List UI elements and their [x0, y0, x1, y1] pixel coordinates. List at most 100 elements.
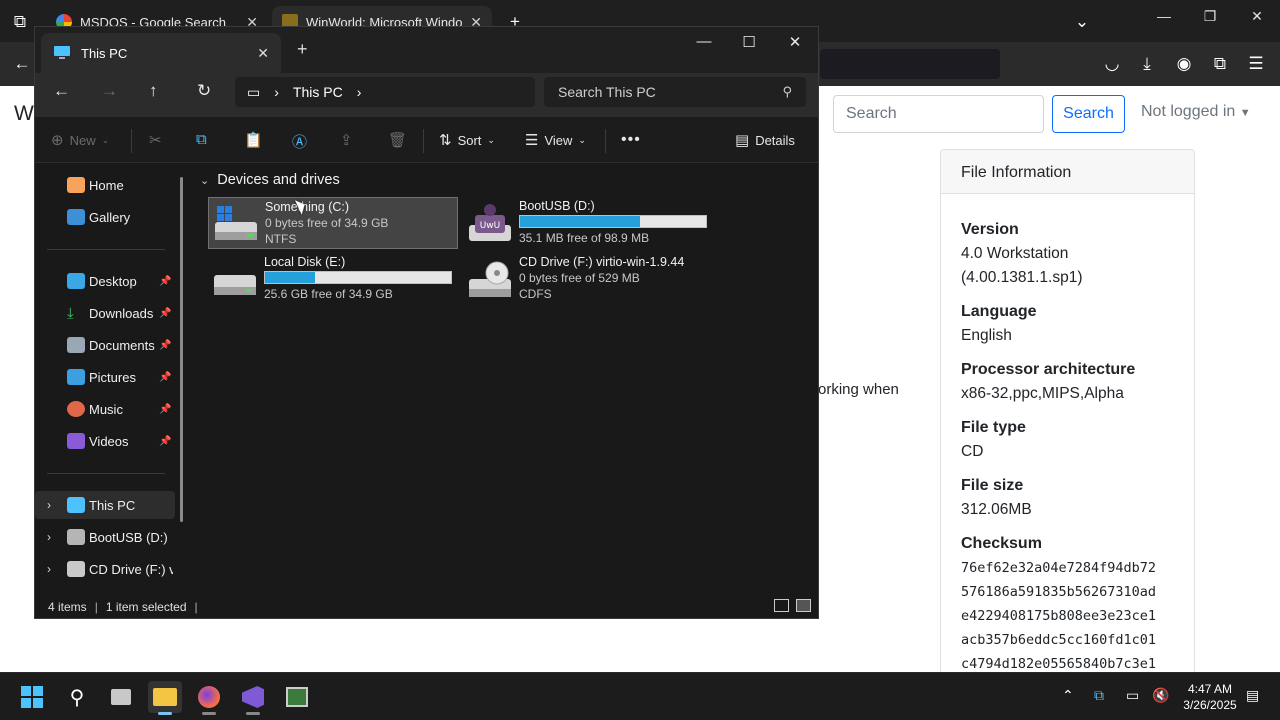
- sidebar-item-gallery[interactable]: Gallery: [35, 203, 175, 231]
- drive-free-space: 0 bytes free of 34.9 GB: [265, 216, 389, 230]
- sidebar-item-downloads[interactable]: ⤓ Downloads 📌: [35, 299, 175, 327]
- site-search-button[interactable]: Search: [1052, 95, 1125, 133]
- delete-button[interactable]: 🗑: [388, 131, 407, 149]
- details-button[interactable]: ▤ Details: [735, 131, 795, 149]
- pin-icon[interactable]: 📌: [159, 404, 171, 415]
- account-icon[interactable]: ◉: [1172, 52, 1196, 76]
- menu-icon[interactable]: ☰: [1244, 52, 1268, 76]
- bluetooth-device-icon[interactable]: ⧉: [1094, 687, 1104, 704]
- tab-overflow-chevron-icon[interactable]: ⌄: [1070, 10, 1094, 34]
- sidebar-item-bootusb[interactable]: › BootUSB (D:): [35, 523, 175, 551]
- browser-minimize-icon[interactable]: —: [1144, 8, 1184, 24]
- sort-button[interactable]: ⇅ Sort ⌄: [439, 131, 495, 149]
- login-dropdown[interactable]: Not logged in ▼: [1141, 103, 1251, 121]
- close-tab-icon[interactable]: ✕: [257, 45, 269, 62]
- sidebar-item-cd-drive[interactable]: › CD Drive (F:) virt: [35, 555, 175, 583]
- drive-f[interactable]: CD Drive (F:) virtio-win-1.9.44 0 bytes …: [463, 253, 713, 305]
- drive-filesystem: CDFS: [519, 287, 552, 301]
- pin-icon[interactable]: 📌: [159, 276, 171, 287]
- chevron-down-icon: ⌄: [101, 134, 110, 145]
- view-button[interactable]: ☰ View ⌄: [525, 131, 586, 149]
- downloads-icon[interactable]: ⤓: [1135, 52, 1159, 76]
- chevron-right-icon[interactable]: ›: [47, 498, 51, 512]
- notifications-icon[interactable]: ▤: [1246, 687, 1259, 704]
- breadcrumb-chevron-icon[interactable]: ›: [357, 84, 362, 100]
- more-options-button[interactable]: •••: [621, 131, 641, 149]
- search-button[interactable]: ⚲: [60, 681, 94, 713]
- up-icon[interactable]: ↑: [149, 81, 158, 101]
- details-view-icon[interactable]: [774, 599, 789, 612]
- copy-button[interactable]: ⧉: [196, 131, 207, 148]
- task-view-icon: [111, 689, 131, 705]
- info-value: CD: [961, 443, 984, 460]
- sidebar-item-label: This PC: [89, 497, 136, 513]
- minimize-icon[interactable]: —: [681, 33, 727, 50]
- sidebar-item-documents[interactable]: Documents 📌: [35, 331, 175, 359]
- explorer-search-input[interactable]: Search This PC ⚲: [544, 77, 806, 107]
- checksum-label: Checksum: [961, 535, 1042, 552]
- windows-logo-icon: [21, 686, 43, 708]
- sidebar-item-videos[interactable]: Videos 📌: [35, 427, 175, 455]
- taskbar-file-explorer[interactable]: [148, 681, 182, 715]
- pin-icon[interactable]: 📌: [159, 436, 171, 447]
- breadcrumb-this-pc[interactable]: This PC: [293, 84, 343, 100]
- start-button[interactable]: [15, 681, 49, 713]
- pin-icon[interactable]: 📌: [159, 308, 171, 319]
- large-icons-view-icon[interactable]: [796, 599, 811, 612]
- close-icon[interactable]: ✕: [772, 33, 818, 51]
- task-view-button[interactable]: [104, 681, 138, 713]
- sort-label: Sort: [457, 132, 482, 148]
- trash-icon: 🗑: [388, 132, 408, 149]
- paste-button[interactable]: 📋: [244, 131, 263, 149]
- documents-icon: [67, 337, 85, 353]
- network-icon[interactable]: ▭: [1126, 687, 1139, 704]
- refresh-icon[interactable]: ↻: [197, 81, 211, 101]
- url-bar[interactable]: [820, 49, 1000, 79]
- sidebar-scrollbar[interactable]: [180, 177, 183, 522]
- sidebar-item-pictures[interactable]: Pictures 📌: [35, 363, 175, 391]
- taskbar-app[interactable]: [280, 681, 314, 713]
- taskbar-visual-studio[interactable]: [236, 681, 270, 715]
- new-button[interactable]: ⊕ New ⌄: [51, 131, 109, 149]
- drive-name: CD Drive (F:) virtio-win-1.9.44: [519, 255, 685, 269]
- chevron-right-icon[interactable]: ›: [47, 530, 51, 544]
- devices-section-header[interactable]: ⌄ Devices and drives: [200, 172, 340, 188]
- pin-icon[interactable]: 📌: [159, 372, 171, 383]
- sidebar-item-home[interactable]: Home: [35, 171, 175, 199]
- back-icon[interactable]: ←: [10, 52, 34, 76]
- drive-d[interactable]: UwU BootUSB (D:) 35.1 MB free of 98.9 MB: [463, 197, 713, 249]
- sidebar-item-desktop[interactable]: Desktop 📌: [35, 267, 175, 295]
- explorer-tab[interactable]: This PC ✕: [41, 33, 281, 73]
- tray-overflow-chevron-icon[interactable]: ⌃: [1062, 687, 1074, 704]
- taskbar-clock[interactable]: 4:47 AM 3/26/2025: [1180, 681, 1240, 713]
- address-box[interactable]: ▭ › This PC ›: [235, 77, 535, 107]
- rename-button[interactable]: Ⓐ: [292, 131, 307, 152]
- share-button[interactable]: ⇪: [340, 131, 353, 149]
- section-title: Devices and drives: [217, 172, 340, 188]
- navigation-pane: Home Gallery Desktop 📌 ⤓ Downloads 📌 Docume…: [35, 163, 185, 595]
- chevron-right-icon[interactable]: ›: [47, 562, 51, 576]
- extensions-icon[interactable]: ⧉: [1208, 52, 1232, 76]
- tab-list-icon[interactable]: ⧉: [8, 10, 32, 34]
- forward-icon[interactable]: →: [101, 81, 118, 101]
- drive-free-space: 25.6 GB free of 34.9 GB: [264, 287, 393, 301]
- running-indicator: [202, 712, 216, 715]
- cut-button[interactable]: ✂: [149, 131, 162, 149]
- site-search-input[interactable]: Search: [833, 95, 1044, 133]
- visual-studio-icon: [242, 686, 264, 708]
- sidebar-item-label: Videos: [89, 433, 129, 449]
- new-tab-icon[interactable]: +: [297, 39, 308, 60]
- pin-icon[interactable]: 📌: [159, 340, 171, 351]
- sidebar-item-this-pc[interactable]: › This PC: [35, 491, 175, 519]
- pocket-icon[interactable]: ◡: [1100, 52, 1124, 76]
- drive-e[interactable]: Local Disk (E:) 25.6 GB free of 34.9 GB: [208, 253, 458, 305]
- browser-close-icon[interactable]: ✕: [1237, 8, 1277, 25]
- browser-restore-icon[interactable]: ❐: [1190, 8, 1230, 25]
- cd-drive-icon: [469, 261, 511, 297]
- volume-muted-icon[interactable]: 🔇: [1152, 687, 1169, 704]
- maximize-icon[interactable]: ☐: [726, 33, 772, 51]
- drive-c[interactable]: Something (C:) 0 bytes free of 34.9 GB N…: [208, 197, 458, 249]
- back-icon[interactable]: ←: [53, 81, 70, 101]
- sidebar-item-music[interactable]: Music 📌: [35, 395, 175, 423]
- taskbar-firefox[interactable]: [192, 681, 226, 715]
